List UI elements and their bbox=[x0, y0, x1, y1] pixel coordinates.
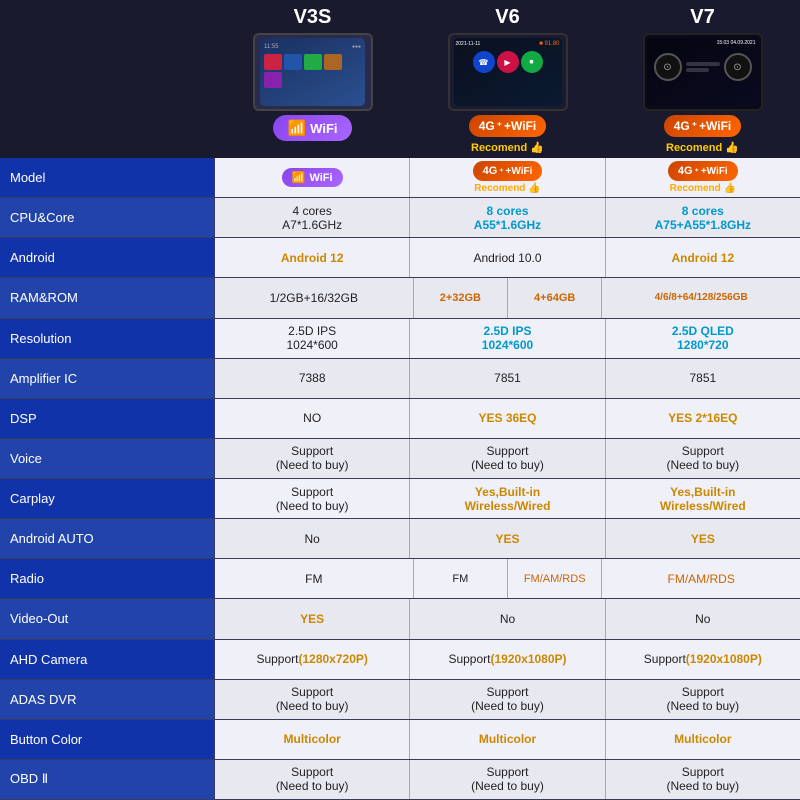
v3s-cpu: 4 coresA7*1.6GHz bbox=[215, 198, 410, 237]
v3s-ram: 1/2GB+16/32GB bbox=[215, 278, 414, 317]
v6-amplifier: 7851 bbox=[410, 359, 605, 398]
row-button-color: Button Color Multicolor Multicolor Multi… bbox=[0, 720, 800, 760]
v6-carplay: Yes,Built-inWireless/Wired bbox=[410, 479, 605, 518]
row-carplay: Carplay Support(Need to buy) Yes,Built-i… bbox=[0, 479, 800, 519]
label-adas: ADAS DVR bbox=[0, 680, 215, 719]
v7-ram: 4/6/8+64/128/256GB bbox=[602, 278, 800, 317]
v7-voice: Support(Need to buy) bbox=[606, 439, 800, 478]
comparison-table: Model 📶WiFi 4G⁺+WiFi Recomend 👍 4G⁺+WiFi… bbox=[0, 158, 800, 800]
v3s-model-badge: 📶WiFi bbox=[282, 168, 343, 187]
label-android: Android bbox=[0, 238, 215, 277]
v3s-dsp: NO bbox=[215, 399, 410, 438]
v7-button-color: Multicolor bbox=[606, 720, 800, 759]
v6-recommend: Recomend 👍 bbox=[471, 141, 544, 154]
header-v7: V7 15:03 04.09.2021 ⊙ ⊙ 4G⁺+WiFi bbox=[605, 6, 800, 154]
v3s-resolution: 2.5D IPS1024*600 bbox=[215, 319, 410, 358]
v6-android: Andriod 10.0 bbox=[410, 238, 605, 277]
label-radio: Radio bbox=[0, 559, 215, 598]
v7-android: Android 12 bbox=[606, 238, 800, 277]
label-dsp: DSP bbox=[0, 399, 215, 438]
v3s-voice: Support(Need to buy) bbox=[215, 439, 410, 478]
row-android: Android Android 12 Andriod 10.0 Android … bbox=[0, 238, 800, 278]
v6-obd: Support(Need to buy) bbox=[410, 760, 605, 799]
v7-ahd: Support(1920x1080P) bbox=[606, 640, 800, 679]
v6-voice: Support(Need to buy) bbox=[410, 439, 605, 478]
v6-button-color: Multicolor bbox=[410, 720, 605, 759]
label-voice: Voice bbox=[0, 439, 215, 478]
v6-title: V6 bbox=[495, 6, 519, 29]
v6-device-image: 2021-11-11 ■ 91.80 ☎ ▶ ⏹ bbox=[448, 33, 568, 111]
v7-videoout: No bbox=[606, 599, 800, 638]
v3s-android-auto: No bbox=[215, 519, 410, 558]
row-model: Model 📶WiFi 4G⁺+WiFi Recomend 👍 4G⁺+WiFi… bbox=[0, 158, 800, 198]
v7-adas: Support(Need to buy) bbox=[606, 680, 800, 719]
row-voice: Voice Support(Need to buy) Support(Need … bbox=[0, 439, 800, 479]
v3s-ahd: Support(1280x720P) bbox=[215, 640, 410, 679]
v6-android-auto: YES bbox=[410, 519, 605, 558]
label-ram: RAM&ROM bbox=[0, 278, 215, 317]
label-videoout: Video-Out bbox=[0, 599, 215, 638]
row-obd: OBD Ⅱ Support(Need to buy) Support(Need … bbox=[0, 760, 800, 800]
v3s-device-image: 11:55 ●●● bbox=[253, 33, 373, 111]
row-ahd: AHD Camera Support(1280x720P) Support(19… bbox=[0, 640, 800, 680]
v3s-adas: Support(Need to buy) bbox=[215, 680, 410, 719]
label-model: Model bbox=[0, 158, 215, 197]
v6-adas: Support(Need to buy) bbox=[410, 680, 605, 719]
row-ram: RAM&ROM 1/2GB+16/32GB 2+32GB 4+64GB 4/6/… bbox=[0, 278, 800, 318]
v7-model-badge: 4G⁺+WiFi bbox=[668, 161, 738, 181]
v3s-amplifier: 7388 bbox=[215, 359, 410, 398]
v6-ahd: Support(1920x1080P) bbox=[410, 640, 605, 679]
v3s-radio: FM bbox=[215, 559, 414, 598]
label-obd: OBD Ⅱ bbox=[0, 760, 215, 799]
header-v6: V6 2021-11-11 ■ 91.80 ☎ ▶ ⏹ 4G⁺+WiFi bbox=[410, 6, 605, 154]
v6-radio: FM FM/AM/RDS bbox=[414, 559, 603, 598]
label-cpu: CPU&Core bbox=[0, 198, 215, 237]
v6-model: 4G⁺+WiFi Recomend 👍 bbox=[410, 158, 605, 197]
row-radio: Radio FM FM FM/AM/RDS FM/AM/RDS bbox=[0, 559, 800, 599]
v7-obd: Support(Need to buy) bbox=[606, 760, 800, 799]
row-resolution: Resolution 2.5D IPS1024*600 2.5D IPS1024… bbox=[0, 319, 800, 359]
v7-recommend: Recomend 👍 bbox=[666, 141, 739, 154]
row-android-auto: Android AUTO No YES YES bbox=[0, 519, 800, 559]
v3s-android: Android 12 bbox=[215, 238, 410, 277]
v7-android-auto: YES bbox=[606, 519, 800, 558]
row-amplifier: Amplifier IC 7388 7851 7851 bbox=[0, 359, 800, 399]
label-button-color: Button Color bbox=[0, 720, 215, 759]
v3s-obd: Support(Need to buy) bbox=[215, 760, 410, 799]
v7-carplay: Yes,Built-inWireless/Wired bbox=[606, 479, 800, 518]
v3s-button-color: Multicolor bbox=[215, 720, 410, 759]
v6-resolution: 2.5D IPS1024*600 bbox=[410, 319, 605, 358]
v6-model-badge: 4G⁺+WiFi bbox=[473, 161, 543, 181]
label-android-auto: Android AUTO bbox=[0, 519, 215, 558]
label-ahd: AHD Camera bbox=[0, 640, 215, 679]
row-videoout: Video-Out YES No No bbox=[0, 599, 800, 639]
v7-dsp: YES 2*16EQ bbox=[606, 399, 800, 438]
v6-wifi-badge: 4G⁺+WiFi bbox=[469, 115, 547, 137]
v7-resolution: 2.5D QLED1280*720 bbox=[606, 319, 800, 358]
label-amplifier: Amplifier IC bbox=[0, 359, 215, 398]
row-dsp: DSP NO YES 36EQ YES 2*16EQ bbox=[0, 399, 800, 439]
v7-wifi-badge: 4G⁺+WiFi bbox=[664, 115, 742, 137]
v3s-wifi-badge: 📶 WiFi bbox=[273, 115, 351, 141]
header-v3s: V3S 11:55 ●●● 📶 bbox=[215, 6, 410, 154]
label-resolution: Resolution bbox=[0, 319, 215, 358]
row-cpu: CPU&Core 4 coresA7*1.6GHz 8 coresA55*1.6… bbox=[0, 198, 800, 238]
v7-model: 4G⁺+WiFi Recomend 👍 bbox=[606, 158, 800, 197]
v7-amplifier: 7851 bbox=[606, 359, 800, 398]
v6-videoout: No bbox=[410, 599, 605, 638]
v3s-title: V3S bbox=[294, 6, 332, 29]
label-carplay: Carplay bbox=[0, 479, 215, 518]
v3s-videoout: YES bbox=[215, 599, 410, 638]
v3s-carplay: Support(Need to buy) bbox=[215, 479, 410, 518]
v6-ram: 2+32GB 4+64GB bbox=[414, 278, 603, 317]
v7-title: V7 bbox=[690, 6, 714, 29]
v6-dsp: YES 36EQ bbox=[410, 399, 605, 438]
v7-device-image: 15:03 04.09.2021 ⊙ ⊙ bbox=[643, 33, 763, 111]
v6-cpu: 8 coresA55*1.6GHz bbox=[410, 198, 605, 237]
v7-cpu: 8 coresA75+A55*1.8GHz bbox=[606, 198, 800, 237]
v3s-model: 📶WiFi bbox=[215, 158, 410, 197]
v7-radio: FM/AM/RDS bbox=[602, 559, 800, 598]
row-adas: ADAS DVR Support(Need to buy) Support(Ne… bbox=[0, 680, 800, 720]
